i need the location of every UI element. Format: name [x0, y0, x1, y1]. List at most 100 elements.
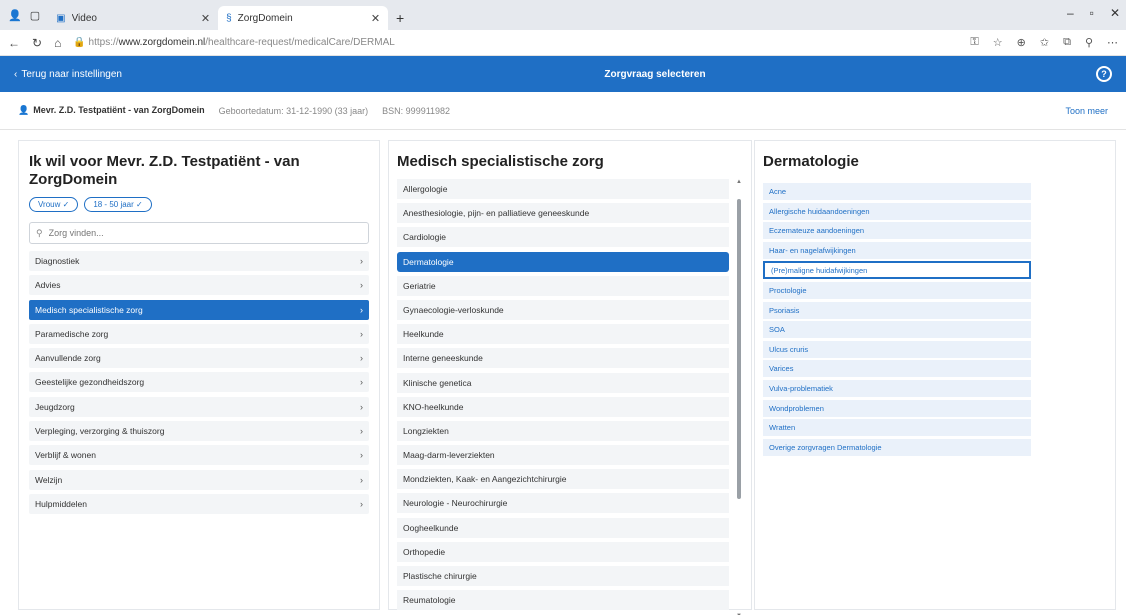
- close-icon[interactable]: ✕: [201, 12, 210, 25]
- specialism-item[interactable]: Anesthesiologie, pijn- en palliatieve ge…: [397, 203, 729, 224]
- care-request-item[interactable]: Acne: [763, 183, 1031, 200]
- specialism-item[interactable]: Longziekten: [397, 420, 729, 441]
- specialism-item[interactable]: Maag-darm-leverziekten: [397, 445, 729, 466]
- profile-sync-icon[interactable]: ⚲: [1085, 36, 1093, 49]
- specialism-item[interactable]: Heelkunde: [397, 324, 729, 345]
- tab-label: ZorgDomein: [237, 12, 293, 24]
- filter-chip-gender[interactable]: Vrouw ✓: [29, 197, 79, 212]
- care-request-item[interactable]: SOA: [763, 321, 1031, 339]
- favorites-bar-icon[interactable]: ✩: [1040, 36, 1049, 49]
- window-controls: – ▫ ✕: [1067, 6, 1120, 20]
- care-request-item[interactable]: Psoriasis: [763, 301, 1031, 319]
- category-item[interactable]: Verpleging, verzorging & thuiszorg ›: [29, 421, 369, 442]
- specialism-item[interactable]: Reumatologie: [397, 590, 729, 611]
- help-icon[interactable]: ?: [1096, 66, 1112, 82]
- category-item[interactable]: Paramedische zorg ›: [29, 323, 369, 344]
- care-request-item[interactable]: Haar- en nagelafwijkingen: [763, 241, 1031, 259]
- specialism-item-selected[interactable]: Dermatologie: [397, 251, 729, 272]
- window-close-icon[interactable]: ✕: [1110, 6, 1120, 20]
- specialism-panel: Medisch specialistische zorg Allergologi…: [388, 140, 752, 615]
- specialism-item[interactable]: Mondziekten, Kaak- en Aangezichtchirurgi…: [397, 469, 729, 490]
- category-label: Advies: [35, 280, 61, 291]
- care-request-item[interactable]: Wratten: [763, 419, 1031, 437]
- category-item[interactable]: Diagnostiek ›: [29, 251, 369, 271]
- category-item[interactable]: Verblijf & wonen ›: [29, 445, 369, 466]
- category-item[interactable]: Aanvullende zorg ›: [29, 348, 369, 369]
- extensions-icon[interactable]: ⊕: [1017, 36, 1026, 49]
- home-icon[interactable]: ⌂: [54, 36, 61, 50]
- chevron-right-icon: ›: [360, 450, 363, 461]
- specialism-item[interactable]: KNO-heelkunde: [397, 396, 729, 417]
- back-label: Terug naar instellingen: [21, 68, 122, 80]
- category-item[interactable]: Hulpmiddelen ›: [29, 493, 369, 514]
- specialism-item[interactable]: Orthopedie: [397, 541, 729, 562]
- specialism-item[interactable]: Gynaecologie-verloskunde: [397, 299, 729, 320]
- category-item-selected[interactable]: Medisch specialistische zorg ›: [29, 299, 369, 320]
- category-label: Verblijf & wonen: [35, 450, 96, 461]
- page-title: Zorgvraag selecteren: [604, 68, 706, 80]
- category-item[interactable]: Jeugdzorg ›: [29, 396, 369, 417]
- specialism-item[interactable]: Oogheelkunde: [397, 517, 729, 538]
- patient-dob: Geboortedatum: 31-12-1990 (33 jaar): [218, 105, 369, 116]
- browser-tab-zorgdomein[interactable]: § ZorgDomein ✕: [218, 6, 389, 30]
- show-more-link[interactable]: Toon meer: [1065, 106, 1108, 116]
- care-request-item-focused[interactable]: (Pre)maligne huidafwijkingen: [763, 261, 1031, 280]
- category-item[interactable]: Welzijn ›: [29, 469, 369, 490]
- specialism-item[interactable]: Allergologie: [397, 179, 729, 199]
- care-request-item[interactable]: Allergische huidaandoeningen: [763, 202, 1031, 220]
- person-icon: 👤: [18, 105, 30, 115]
- profile-icon[interactable]: 👤: [8, 9, 22, 22]
- specialism-list: Allergologie Anesthesiologie, pijn- en p…: [397, 179, 743, 615]
- close-icon[interactable]: ✕: [371, 12, 380, 25]
- more-menu-icon[interactable]: ⋯: [1107, 36, 1118, 49]
- specialism-item[interactable]: Geriatrie: [397, 275, 729, 296]
- category-item[interactable]: Geestelijke gezondheidszorg ›: [29, 372, 369, 393]
- url-field[interactable]: 🔒 https://www.zorgdomein.nl/healthcare-r…: [73, 37, 958, 48]
- back-arrow-icon[interactable]: ←: [8, 36, 20, 50]
- chevron-left-icon: ‹: [14, 68, 18, 80]
- search-box: ⚲: [29, 222, 369, 244]
- care-request-item[interactable]: Wondproblemen: [763, 399, 1031, 417]
- maximize-icon[interactable]: ▫: [1090, 6, 1094, 20]
- care-request-item[interactable]: Proctologie: [763, 281, 1031, 299]
- favorite-icon[interactable]: ☆: [993, 36, 1003, 49]
- search-input[interactable]: [48, 228, 362, 238]
- care-request-item[interactable]: Vulva-problematiek: [763, 379, 1031, 397]
- dermatology-panel: Dermatologie Acne Allergische huidaandoe…: [754, 140, 1116, 610]
- tab-favicon-icon: ▣: [56, 12, 66, 24]
- scrollbar-thumb[interactable]: [737, 199, 741, 499]
- key-icon[interactable]: ⚿: [970, 36, 978, 49]
- patient-bar: 👤 Mevr. Z.D. Testpatiënt - van ZorgDomei…: [0, 92, 1126, 130]
- new-tab-button[interactable]: +: [388, 6, 412, 30]
- care-request-item[interactable]: Varices: [763, 360, 1031, 378]
- specialism-item[interactable]: Plastische chirurgie: [397, 566, 729, 586]
- chevron-right-icon: ›: [360, 498, 363, 509]
- search-icon: ⚲: [36, 227, 43, 238]
- address-bar: ← ↻ ⌂ 🔒 https://www.zorgdomein.nl/health…: [0, 30, 1126, 56]
- back-to-settings-link[interactable]: ‹ Terug naar instellingen: [14, 69, 214, 80]
- specialism-item[interactable]: Klinische genetica: [397, 372, 729, 393]
- care-request-item[interactable]: Ulcus cruris: [763, 340, 1031, 358]
- care-request-item[interactable]: Overige zorgvragen Dermatologie: [763, 438, 1031, 456]
- specialism-item[interactable]: Cardiologie: [397, 227, 729, 248]
- specialism-item[interactable]: Neurologie - Neurochirurgie: [397, 493, 729, 514]
- chevron-right-icon: ›: [360, 353, 363, 364]
- minimize-icon[interactable]: –: [1067, 6, 1074, 20]
- browser-tab-video[interactable]: ▣ Video ✕: [48, 6, 218, 30]
- category-label: Paramedische zorg: [35, 328, 109, 339]
- panel-title: Dermatologie: [763, 153, 859, 170]
- filter-chip-age[interactable]: 18 - 50 jaar ✓: [84, 197, 152, 212]
- category-label: Geestelijke gezondheidszorg: [35, 377, 145, 388]
- scroll-up-icon[interactable]: ▲: [736, 179, 742, 185]
- scrollbar[interactable]: ▲ ▼: [736, 179, 742, 615]
- chevron-right-icon: ›: [360, 401, 363, 412]
- collections-icon[interactable]: ⧉: [1063, 36, 1071, 49]
- specialism-item[interactable]: Interne geneeskunde: [397, 348, 729, 369]
- browser-tab-bar: 👤 ▢ ▣ Video ✕ § ZorgDomein ✕ + – ▫ ✕: [0, 0, 1126, 30]
- window-controls-left: 👤 ▢: [8, 0, 40, 30]
- tab-actions-icon[interactable]: ▢: [30, 9, 40, 22]
- care-request-item[interactable]: Eczemateuze aandoeningen: [763, 222, 1031, 240]
- category-item[interactable]: Advies ›: [29, 275, 369, 296]
- panel-title: Ik wil voor Mevr. Z.D. Testpatiënt - van…: [29, 153, 300, 188]
- refresh-icon[interactable]: ↻: [32, 36, 42, 50]
